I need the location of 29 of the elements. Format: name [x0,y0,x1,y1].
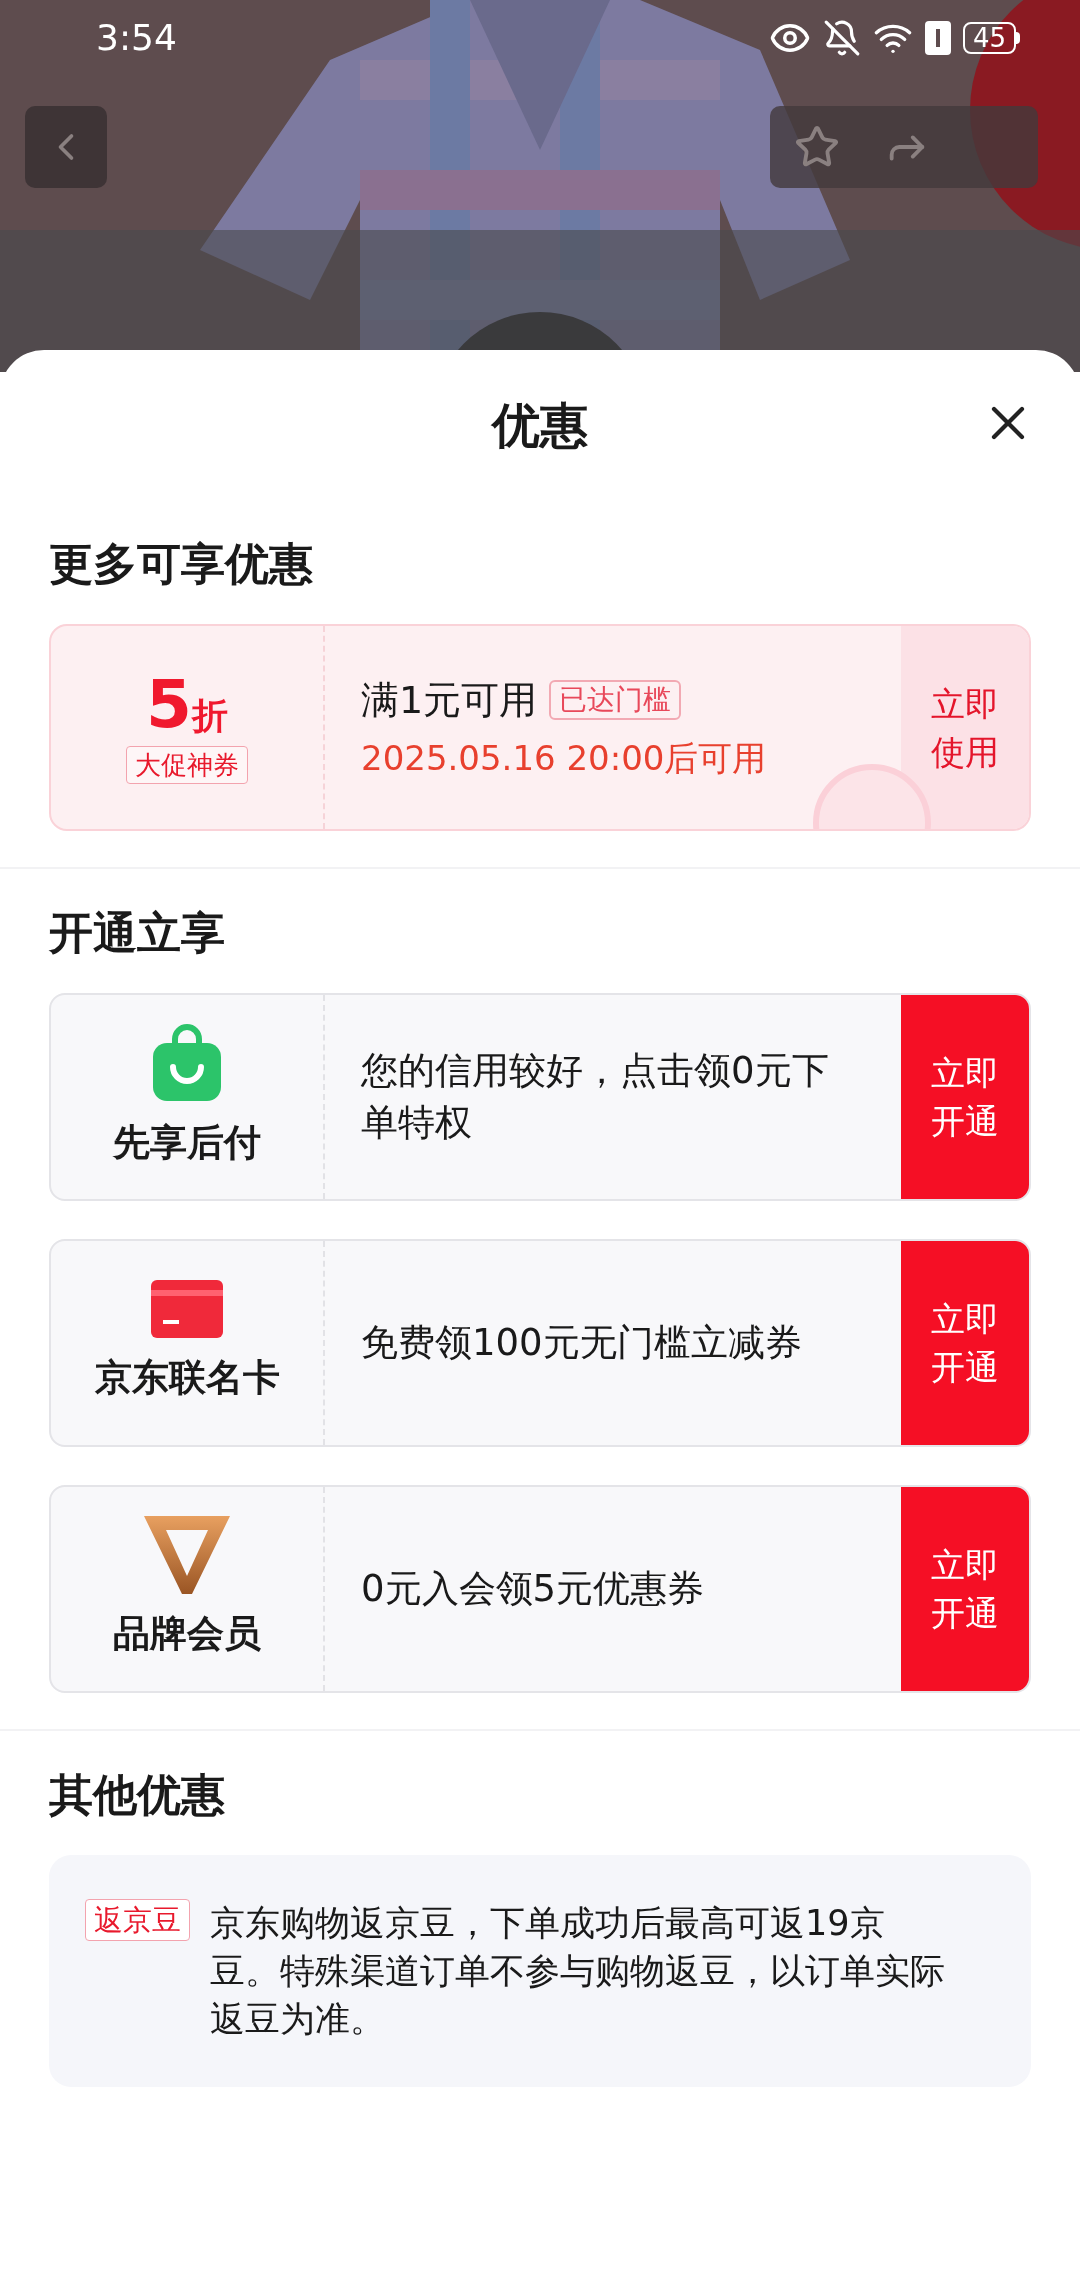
service-name: 京东联名卡 [94,1355,280,1402]
coupon-condition: 满1元可用 [361,676,538,724]
service-description: 您的信用较好，点击领0元下单特权 [361,1048,830,1146]
rebate-tag: 返京豆 [85,1899,190,1941]
v-logo-icon [144,1516,230,1595]
card-icon [151,1280,223,1339]
bell-off-icon [822,18,861,57]
section-heading: 更多可享优惠 [49,537,314,591]
use-now-button[interactable]: 立即使用 [901,626,1029,829]
activate-button[interactable]: 立即开通 [901,995,1029,1199]
service-description: 0元入会领5元优惠券 [361,1566,705,1612]
coupon-validity: 2025.05.16 20:00后可用 [361,736,768,780]
coupon-tag: 大促神券 [126,745,248,784]
activate-button[interactable]: 立即开通 [901,1487,1029,1691]
sheet-title: 优惠 [492,396,588,455]
section-heading: 开通立享 [49,906,226,960]
section-heading: 其他优惠 [49,1768,226,1822]
service-name: 品牌会员 [113,1611,261,1658]
battery-level: 45 [962,21,1016,54]
shopping-bag-icon [151,1023,223,1104]
activate-button[interactable]: 立即开通 [901,1241,1029,1445]
service-name: 先享后付 [113,1120,261,1167]
status-time: 3:54 [96,15,177,60]
discount-unit: 折 [191,697,228,734]
rebate-text: 京东购物返京豆，下单成功后最高可返19京豆。特殊渠道订单不参与购物返豆，以订单实际返豆为准。 [210,1902,946,2041]
threshold-badge: 已达门槛 [549,680,682,720]
service-description: 免费领100元无门槛立减券 [361,1320,802,1366]
discount-value: 5 [146,671,192,738]
back-button[interactable] [25,106,107,188]
